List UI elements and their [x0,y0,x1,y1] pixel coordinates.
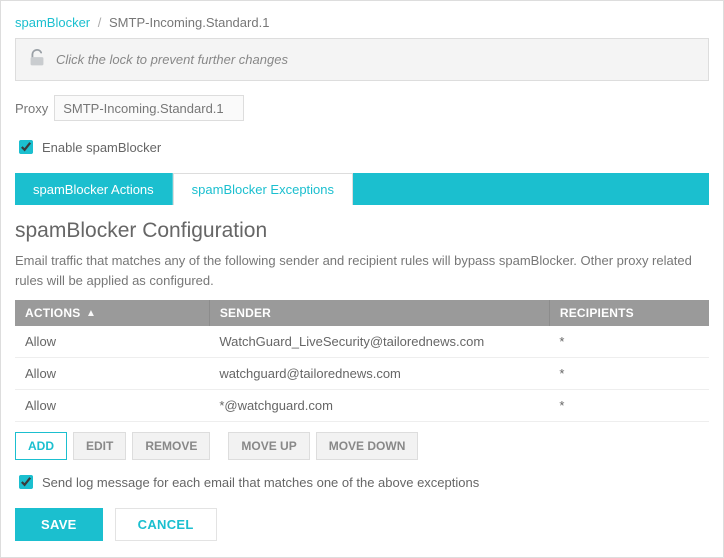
proxy-input[interactable] [54,95,244,121]
cell-sender: watchguard@tailorednews.com [209,358,549,390]
col-header-sender[interactable]: SENDER [209,300,549,326]
table-row[interactable]: Allow *@watchguard.com * [15,390,709,422]
cell-action: Allow [15,326,209,358]
edit-button[interactable]: EDIT [73,432,126,460]
log-message-row[interactable]: Send log message for each email that mat… [15,472,709,492]
cell-action: Allow [15,358,209,390]
sort-asc-icon: ▲ [86,308,96,319]
enable-spamblocker-row[interactable]: Enable spamBlocker [15,137,709,157]
remove-button[interactable]: REMOVE [132,432,210,460]
tab-spamblocker-exceptions[interactable]: spamBlocker Exceptions [173,173,353,205]
section-title: spamBlocker Configuration [15,219,709,243]
tab-spamblocker-actions[interactable]: spamBlocker Actions [15,173,173,205]
cell-sender: WatchGuard_LiveSecurity@tailorednews.com [209,326,549,358]
proxy-label: Proxy [15,101,48,116]
move-up-button[interactable]: MOVE UP [228,432,309,460]
lock-text: Click the lock to prevent further change… [56,52,288,67]
cell-recipients: * [549,390,709,422]
col-header-actions-label: ACTIONS [25,306,80,320]
cell-recipients: * [549,326,709,358]
breadcrumb-root-link[interactable]: spamBlocker [15,15,90,30]
proxy-row: Proxy [15,95,709,121]
page-container: spamBlocker / SMTP-Incoming.Standard.1 C… [0,0,724,558]
cell-action: Allow [15,390,209,422]
col-header-actions[interactable]: ACTIONS ▲ [15,300,209,326]
enable-spamblocker-label: Enable spamBlocker [42,140,161,155]
save-button[interactable]: SAVE [15,508,103,541]
exceptions-table: ACTIONS ▲ SENDER RECIPIENTS Allow WatchG… [15,300,709,422]
cell-sender: *@watchguard.com [209,390,549,422]
toolbar-spacer [216,432,222,460]
tabs: spamBlocker Actions spamBlocker Exceptio… [15,173,709,205]
move-down-button[interactable]: MOVE DOWN [316,432,419,460]
log-message-label: Send log message for each email that mat… [42,475,479,490]
unlock-icon[interactable] [26,47,48,72]
breadcrumb-current: SMTP-Incoming.Standard.1 [109,15,269,30]
cell-recipients: * [549,358,709,390]
table-toolbar: ADD EDIT REMOVE MOVE UP MOVE DOWN [15,432,709,460]
breadcrumb: spamBlocker / SMTP-Incoming.Standard.1 [15,11,709,38]
section-description: Email traffic that matches any of the fo… [15,251,709,290]
table-row[interactable]: Allow WatchGuard_LiveSecurity@tailoredne… [15,326,709,358]
cancel-button[interactable]: CANCEL [115,508,217,541]
add-button[interactable]: ADD [15,432,67,460]
breadcrumb-separator: / [98,15,102,30]
enable-spamblocker-checkbox[interactable] [19,140,33,154]
lock-bar: Click the lock to prevent further change… [15,38,709,81]
log-message-checkbox[interactable] [19,475,33,489]
footer-buttons: SAVE CANCEL [15,508,709,541]
col-header-recipients[interactable]: RECIPIENTS [549,300,709,326]
table-row[interactable]: Allow watchguard@tailorednews.com * [15,358,709,390]
